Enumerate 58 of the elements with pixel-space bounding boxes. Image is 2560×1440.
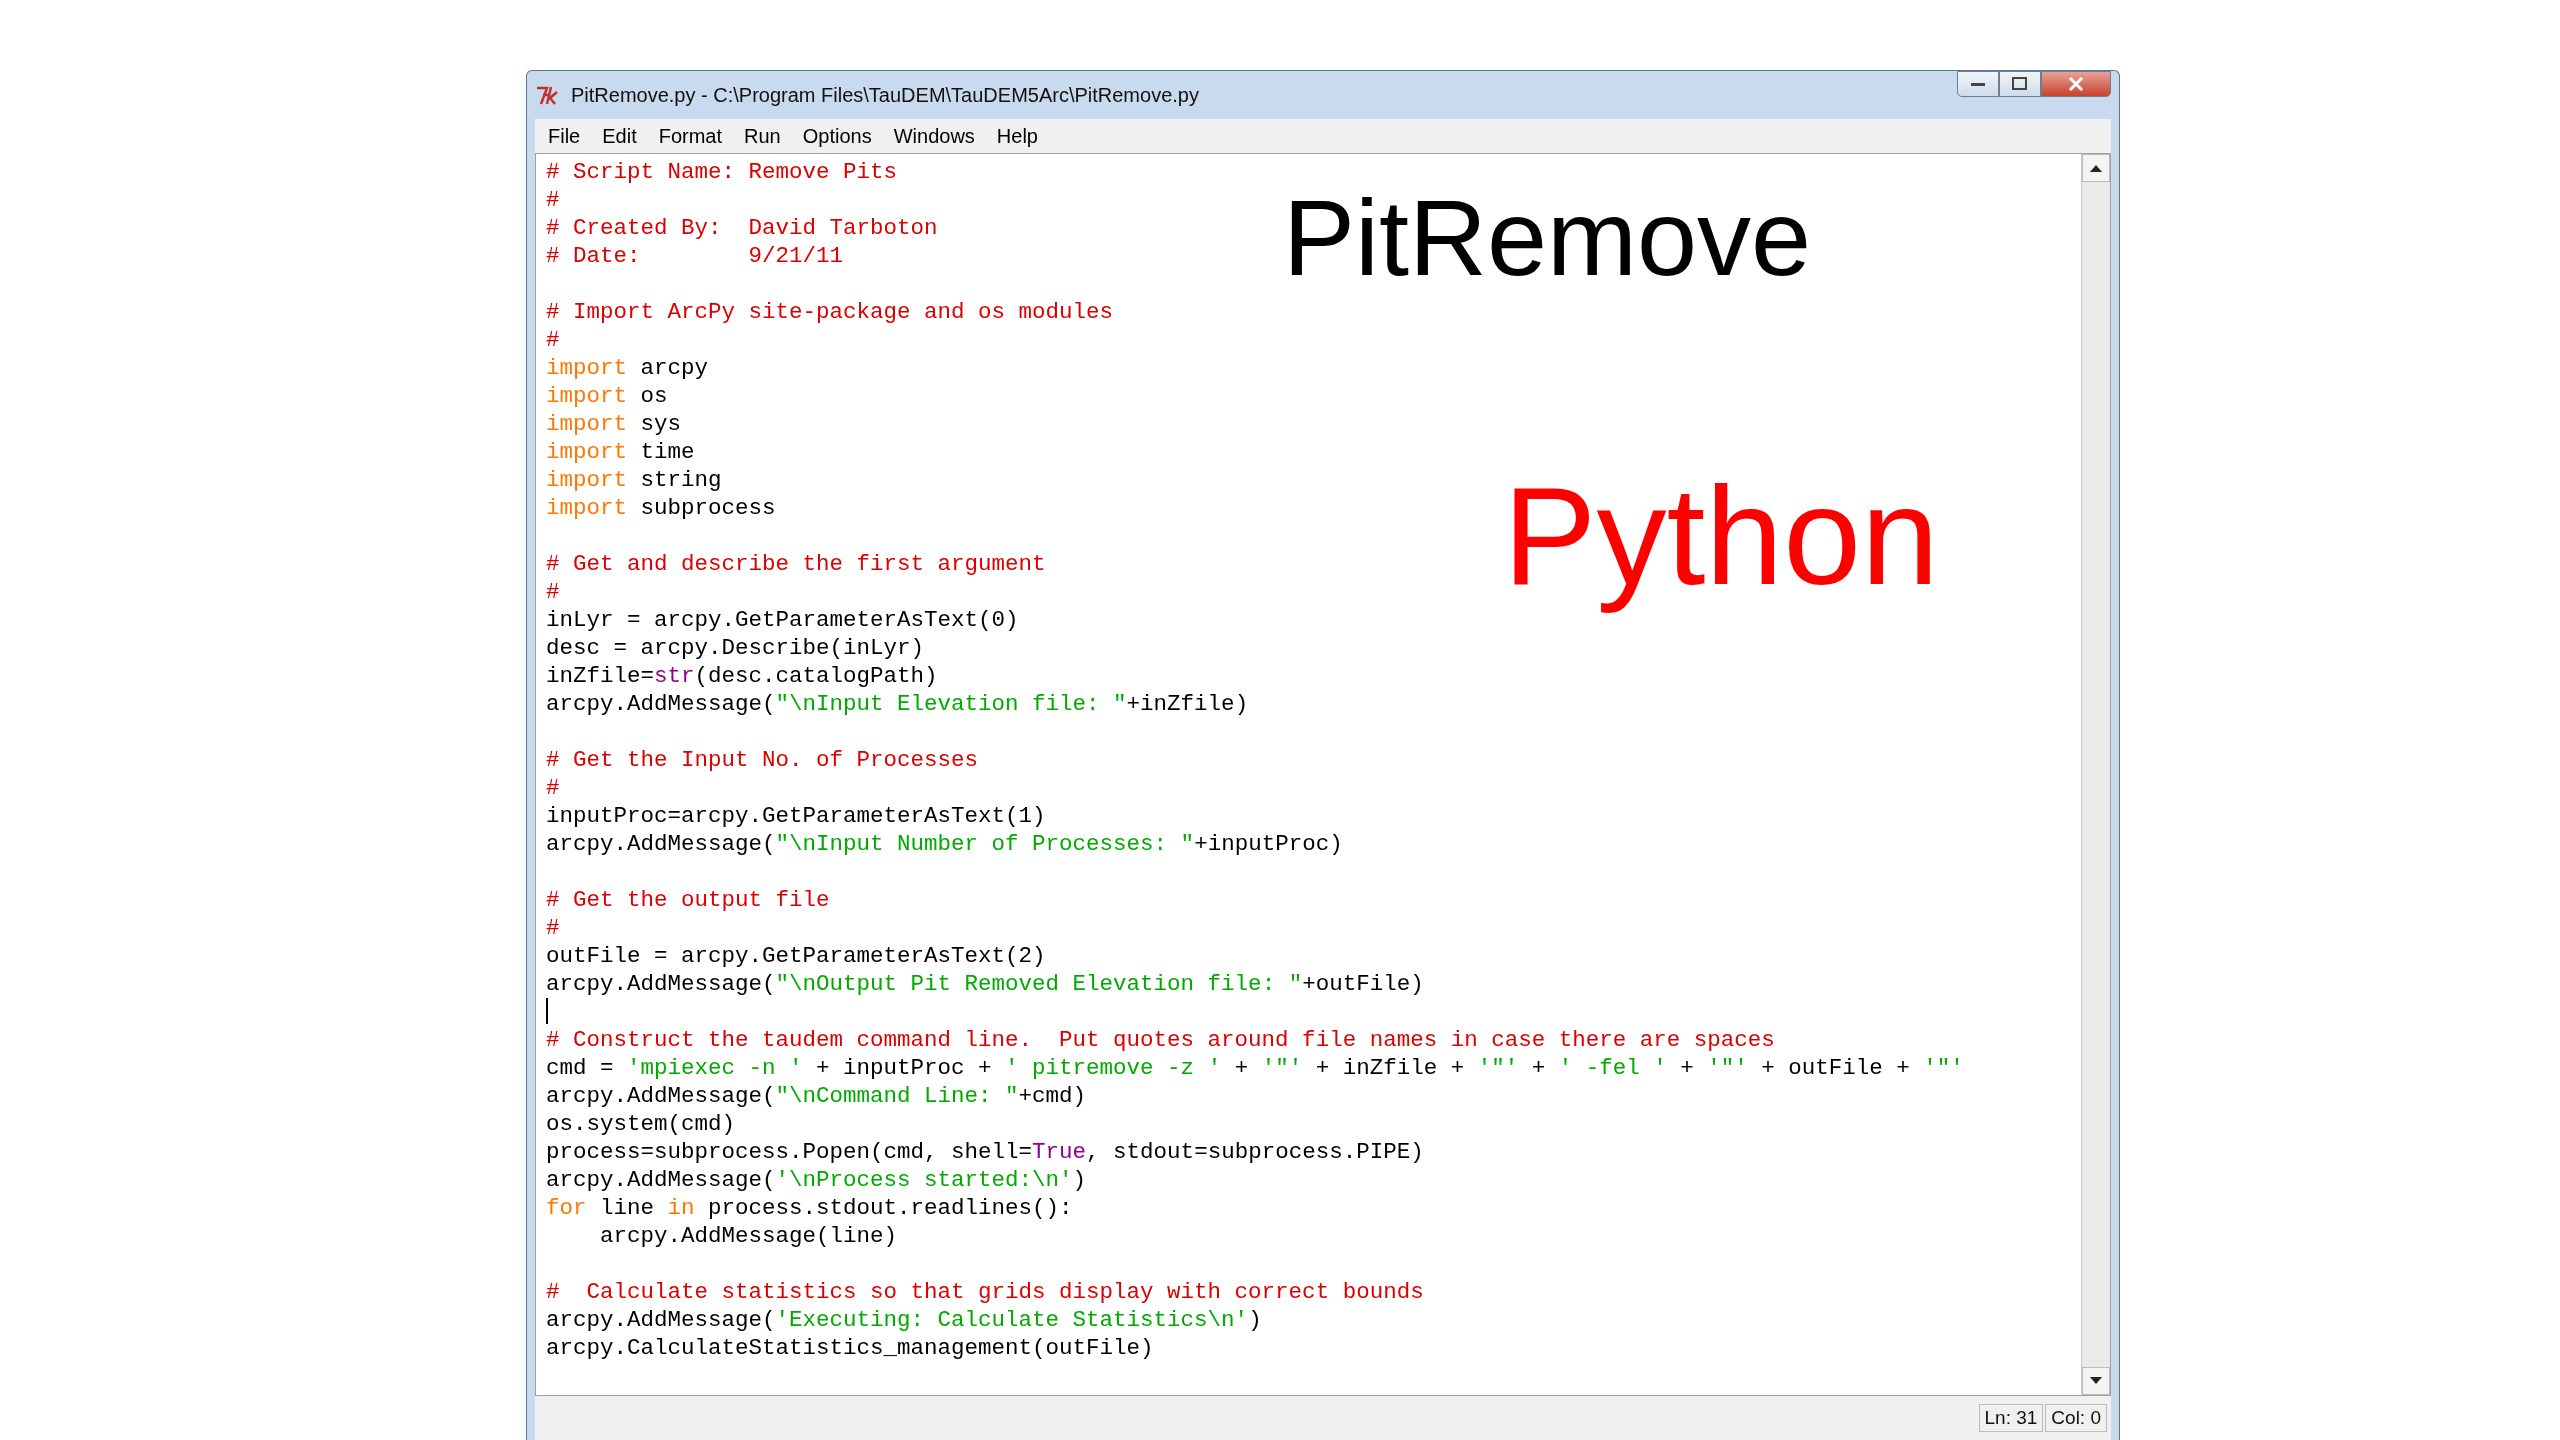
- code-line: arcpy.AddMessage("\nOutput Pit Removed Elevation file: "+outFile): [546, 970, 1425, 998]
- menu-item[interactable]: Edit: [593, 122, 646, 150]
- code-line: # Import ArcPy site-package and os modules: [546, 298, 1115, 326]
- code-line: inLyr = arcpy.GetParameterAsText(0): [546, 606, 1020, 634]
- code-line: import sys: [546, 410, 683, 438]
- code-line: import arcpy: [546, 354, 710, 382]
- code-line: # Date: 9/21/11: [546, 242, 845, 270]
- slide-heading: PitRemove: [1283, 179, 1812, 298]
- window-title: PitRemove.py - C:\Program Files\TauDEM\TauDEM5Arc\PitRemove.py: [571, 83, 1200, 107]
- code-line: import os: [546, 382, 669, 410]
- code-line: # Script Name: Remove Pits: [546, 158, 899, 186]
- code-line: arcpy.AddMessage("\nCommand Line: "+cmd): [546, 1082, 1088, 1110]
- code-line: # Get the Input No. of Processes: [546, 746, 980, 774]
- maximize-icon: [2012, 77, 2028, 91]
- code-line: desc = arcpy.Describe(inLyr): [546, 634, 926, 662]
- code-line: # Get and describe the first argument: [546, 550, 1047, 578]
- code-line: arcpy.AddMessage("\nInput Elevation file: "+inZfile): [546, 690, 1250, 718]
- language-label: Python: [1503, 459, 1939, 613]
- code-line: #: [546, 186, 561, 214]
- code-line: # Get the output file: [546, 886, 831, 914]
- minimize-icon: [1971, 81, 1985, 87]
- code-line: arcpy.AddMessage('Executing: Calculate Statistics\n'): [546, 1306, 1263, 1334]
- scrollbar[interactable]: [2081, 154, 2110, 1395]
- scroll-down-icon[interactable]: [2082, 1367, 2110, 1395]
- code-line: arcpy.AddMessage('\nProcess started:\n'): [546, 1166, 1088, 1194]
- code-line: #: [546, 578, 561, 606]
- code-line: inZfile=str(desc.catalogPath): [546, 662, 939, 690]
- code-line: outFile = arcpy.GetParameterAsText(2): [546, 942, 1047, 970]
- menu-item[interactable]: Run: [735, 122, 790, 150]
- menu-item[interactable]: Help: [987, 122, 1047, 150]
- code-line: process=subprocess.Popen(cmd, shell=True, stdout=subprocess.PIPE): [546, 1138, 1425, 1166]
- menu-item[interactable]: Options: [793, 122, 881, 150]
- code-line: os.system(cmd): [546, 1110, 737, 1138]
- maximize-button[interactable]: [1999, 71, 2041, 97]
- code-line: #: [546, 774, 561, 802]
- code-line: import time: [546, 438, 696, 466]
- code-line: # Calculate statistics so that grids display with correct bounds: [546, 1278, 1425, 1306]
- code-line: # Construct the taudem command line. Put quotes around file names in case there are spaces: [546, 1026, 1776, 1054]
- code-line: arcpy.AddMessage(line): [599, 1222, 899, 1250]
- close-button[interactable]: [2041, 71, 2111, 97]
- menu-item[interactable]: File: [539, 122, 590, 150]
- code-line: import string: [546, 466, 723, 494]
- line-number: Ln: 31: [1978, 1404, 2044, 1432]
- column-number: Col: 0: [2045, 1404, 2107, 1432]
- minimize-button[interactable]: [1957, 71, 1999, 97]
- code-line: inputProc=arcpy.GetParameterAsText(1): [546, 802, 1047, 830]
- menu-item[interactable]: Windows: [884, 122, 984, 150]
- menu-item[interactable]: Format: [649, 122, 732, 150]
- code-line: import subprocess: [546, 494, 777, 522]
- code-line: # Created By: David Tarboton: [546, 214, 939, 242]
- code-line: #: [546, 326, 561, 354]
- code-line: for line in process.stdout.readlines():: [546, 1194, 1074, 1222]
- code-line: #: [546, 914, 561, 942]
- code-line: arcpy.AddMessage("\nInput Number of Processes: "+inputProc): [546, 830, 1344, 858]
- code-line: arcpy.CalculateStatistics_management(outFile): [546, 1334, 1155, 1362]
- close-icon: [2068, 77, 2084, 91]
- scroll-up-icon[interactable]: [2082, 154, 2110, 182]
- code-line: cmd = 'mpiexec -n ' + inputProc + ' pitremove -z ' + '"' + inZfile + '"' + ' -fel ' + '"' + outFile + '"': [546, 1054, 1965, 1082]
